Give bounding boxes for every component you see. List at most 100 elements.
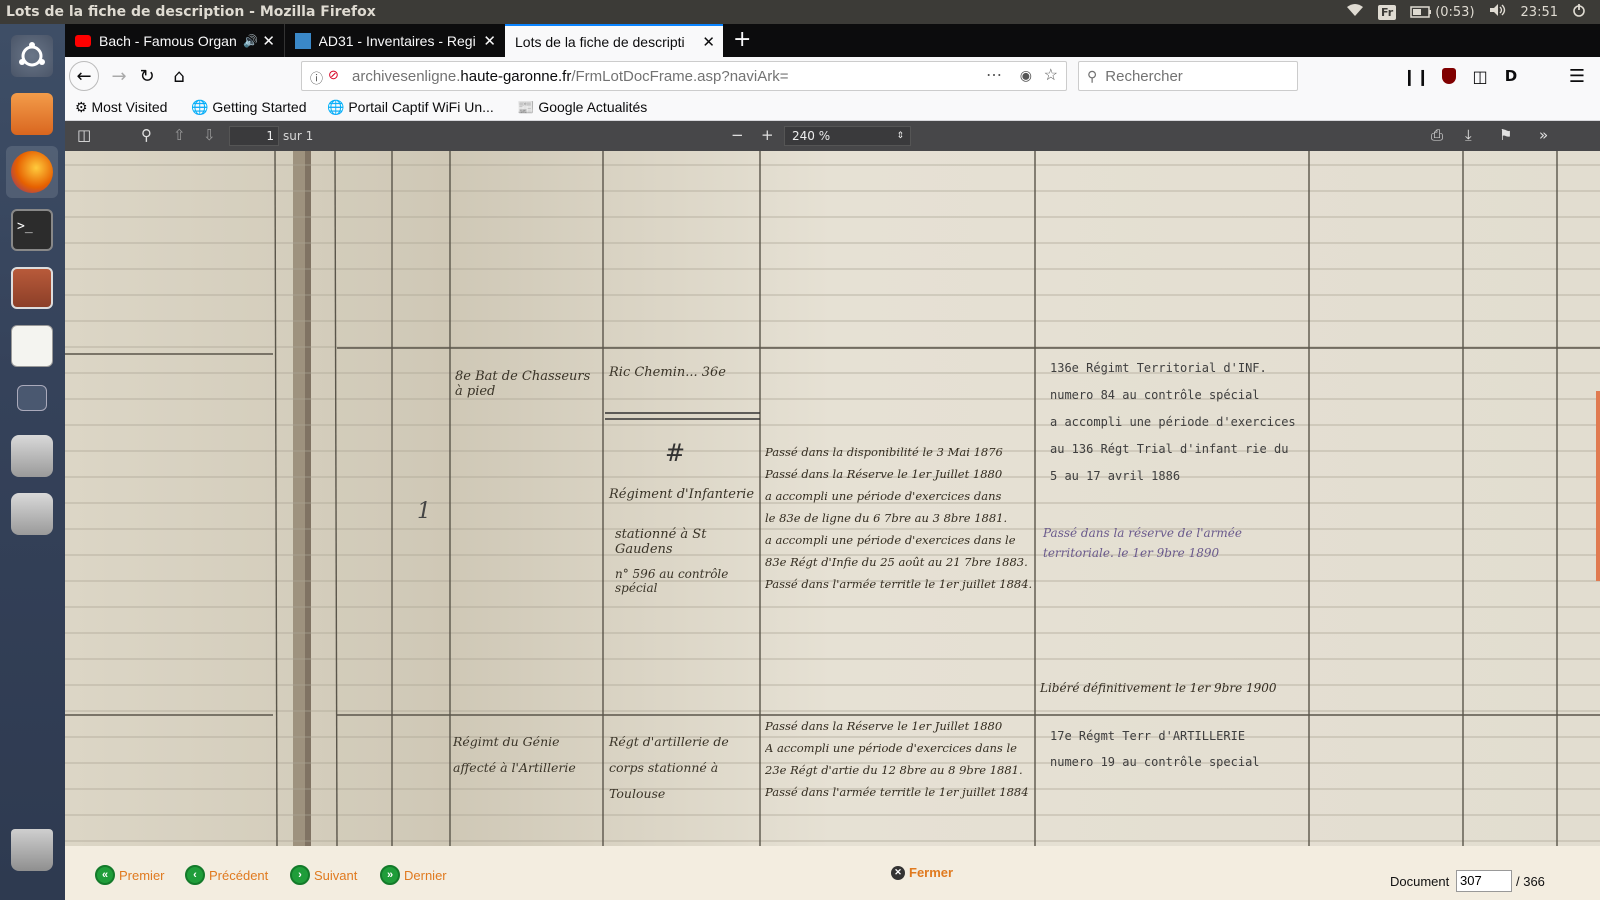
bookmark-google-actualites[interactable]: 📰 Google Actualités bbox=[517, 99, 647, 116]
row2-territorial-stamp: 17e Régmt Terr d'ARTILLERIE numero 19 au … bbox=[1050, 723, 1305, 775]
sidebar-toggle-button[interactable]: ◫ bbox=[77, 126, 91, 144]
window-title: Lots de la fiche de description - Mozill… bbox=[6, 4, 376, 20]
row1-controle: n° 596 au contrôle spécial bbox=[615, 567, 729, 595]
sidebar-toggle-icon[interactable]: ◫ bbox=[1466, 62, 1494, 90]
bookmark-portail-captif[interactable]: 🌐 Portail Captif WiFi Un... bbox=[327, 99, 494, 116]
service-record-line: Passé dans la Réserve le 1er Juillet 188… bbox=[765, 467, 1003, 481]
stamp-line: au 136 Régt Trial d'infant rie du bbox=[1050, 442, 1289, 456]
vertical-scrollbar[interactable] bbox=[1596, 391, 1600, 581]
close-button[interactable]: ✕ Fermer bbox=[891, 865, 953, 880]
unity-launcher: >_ bbox=[0, 24, 65, 900]
zoom-in-button[interactable]: + bbox=[761, 126, 774, 144]
close-tab-icon[interactable]: ✕ bbox=[483, 32, 496, 50]
tab-label: Bach - Famous Organ bbox=[99, 32, 237, 49]
svg-text:#: # bbox=[665, 439, 685, 467]
launcher-files-button[interactable] bbox=[6, 88, 58, 140]
bookmark-most-visited[interactable]: ⚙ Most Visited bbox=[75, 99, 167, 116]
download-icon[interactable]: ⤓ bbox=[1465, 126, 1472, 144]
forward-button[interactable]: → bbox=[105, 62, 133, 90]
extension-d-icon[interactable]: D bbox=[1497, 62, 1525, 90]
menu-hamburger-icon[interactable]: ☰ bbox=[1563, 62, 1591, 90]
ublock-icon[interactable] bbox=[1435, 62, 1463, 90]
first-icon: « bbox=[95, 865, 115, 885]
stamp-line: a accompli une période d'exercices bbox=[1050, 415, 1296, 429]
row1-station: stationné à St Gaudens bbox=[615, 527, 707, 557]
page-actions-icon[interactable]: ⋯ bbox=[986, 65, 1002, 85]
launcher-firefox-button[interactable] bbox=[6, 146, 58, 198]
page-number-input[interactable]: 1 bbox=[229, 126, 279, 146]
bookmark-view-icon[interactable]: ⚑ bbox=[1499, 126, 1512, 144]
zoom-out-button[interactable]: − bbox=[731, 126, 744, 144]
close-tab-icon[interactable]: ✕ bbox=[702, 33, 715, 51]
drive-icon bbox=[11, 493, 53, 535]
close-tab-icon[interactable]: ✕ bbox=[262, 32, 275, 50]
new-tab-button[interactable]: + bbox=[733, 27, 751, 52]
next-page-icon[interactable]: ⇩ bbox=[203, 126, 216, 144]
tab-label: AD31 - Inventaires - Regi bbox=[318, 32, 476, 49]
row1-number: 1 bbox=[417, 499, 431, 524]
battery-indicator[interactable]: (0:53) bbox=[1410, 5, 1475, 20]
bookmark-star-icon[interactable]: ☆ bbox=[1044, 65, 1058, 85]
firefox-window: Bach - Famous Organ 🔊 ✕ AD31 - Inventair… bbox=[65, 24, 1600, 900]
folder-icon bbox=[11, 93, 53, 135]
previous-page-icon[interactable]: ⇧ bbox=[173, 126, 186, 144]
row2-corps: Régimt du Génie affecté à l'Artillerie bbox=[453, 734, 576, 775]
firefox-icon bbox=[11, 151, 53, 193]
tab-bach[interactable]: Bach - Famous Organ 🔊 ✕ bbox=[65, 24, 283, 57]
service-record-line: 83e Régt d'Infie du 25 août au 21 7bre 1… bbox=[765, 555, 1028, 569]
document-number-input[interactable]: 307 bbox=[1456, 870, 1512, 892]
service-record-line: a accompli une période d'exercices dans … bbox=[765, 533, 1016, 547]
search-bar[interactable]: ⚲ Rechercher bbox=[1078, 61, 1298, 91]
service-record-line: a accompli une période d'exercices dans bbox=[765, 489, 1002, 503]
row2-liberation-note: Libéré définitivement le 1er 9bre 1900 bbox=[1040, 681, 1277, 695]
service-record-line: A accompli une période d'exercices dans … bbox=[765, 741, 1017, 755]
row2-service-record: Passé dans la Réserve le 1er Juillet 188… bbox=[765, 715, 1035, 803]
system-top-panel: Lots de la fiche de description - Mozill… bbox=[0, 0, 1600, 24]
row1-territorial-stamp: 136e Régimt Territorial d'INF. numero 84 … bbox=[1050, 355, 1305, 490]
tab-lots-active[interactable]: Lots de la fiche de descripti ✕ bbox=[505, 24, 723, 57]
service-record-line: le 83e de ligne du 6 7bre au 3 8bre 1881… bbox=[765, 511, 1008, 525]
keyboard-layout-indicator[interactable]: Fr bbox=[1377, 4, 1397, 20]
service-record-line: Passé dans la disponibilité le 3 Mai 187… bbox=[765, 445, 1003, 459]
launcher-drive-button-1[interactable] bbox=[6, 430, 58, 482]
launcher-archive-button[interactable] bbox=[6, 262, 58, 314]
next-button[interactable]: › Suivant bbox=[290, 865, 357, 885]
document-label: Document bbox=[1390, 874, 1450, 889]
power-icon[interactable] bbox=[1572, 3, 1586, 21]
info-icon[interactable]: ⓘ bbox=[310, 68, 323, 87]
last-button[interactable]: » Dernier bbox=[380, 865, 447, 885]
wifi-icon[interactable] bbox=[1346, 3, 1364, 21]
youtube-icon bbox=[75, 34, 91, 47]
navigation-toolbar: ← → ↻ ⌂ ⓘ ⊘ archivesenligne.haute-garonn… bbox=[65, 57, 1600, 95]
drive-icon bbox=[11, 435, 53, 477]
find-icon[interactable]: ⚲ bbox=[141, 126, 152, 144]
launcher-terminal-button[interactable]: >_ bbox=[6, 204, 58, 256]
tab-label: Lots de la fiche de descripti bbox=[515, 33, 685, 50]
reload-button[interactable]: ↻ bbox=[133, 62, 161, 90]
clock[interactable]: 23:51 bbox=[1521, 5, 1558, 20]
bookmark-getting-started[interactable]: 🌐 Getting Started bbox=[191, 99, 307, 116]
launcher-workspace-button[interactable] bbox=[6, 378, 58, 418]
launcher-dash-button[interactable] bbox=[6, 30, 58, 82]
launcher-text-editor-button[interactable] bbox=[6, 320, 58, 372]
print-icon[interactable]: ⎙ bbox=[1431, 126, 1443, 144]
home-button[interactable]: ⌂ bbox=[165, 62, 193, 90]
launcher-trash-button[interactable] bbox=[6, 824, 58, 876]
system-tray: Fr (0:53) 23:51 bbox=[1346, 3, 1600, 21]
tools-expand-icon[interactable]: » bbox=[1539, 126, 1548, 144]
tab-ad31[interactable]: AD31 - Inventaires - Regi ✕ bbox=[284, 24, 504, 57]
previous-button[interactable]: ‹ Précédent bbox=[185, 865, 268, 885]
pocket-icon[interactable]: ◉ bbox=[1020, 67, 1032, 84]
first-button[interactable]: «Premier bbox=[95, 865, 165, 885]
zoom-select[interactable]: 240 % ⇕ bbox=[784, 126, 911, 146]
search-icon: ⚲ bbox=[1087, 67, 1098, 84]
library-button[interactable]: ❙❙ bbox=[1402, 62, 1430, 90]
back-button[interactable]: ← bbox=[69, 61, 99, 91]
address-bar[interactable]: ⓘ ⊘ archivesenligne.haute-garonne.fr/Frm… bbox=[301, 61, 1067, 91]
trash-icon bbox=[11, 829, 53, 871]
volume-icon[interactable] bbox=[1489, 3, 1507, 21]
launcher-drive-button-2[interactable] bbox=[6, 488, 58, 540]
speaker-icon[interactable]: 🔊 bbox=[243, 34, 258, 48]
insecure-lock-icon[interactable]: ⊘ bbox=[328, 67, 339, 83]
battery-icon bbox=[1410, 6, 1432, 18]
